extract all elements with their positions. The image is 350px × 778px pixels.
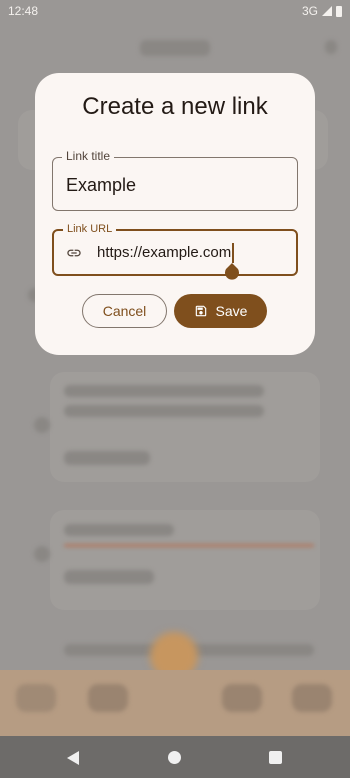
bg-chip (64, 451, 150, 465)
bg-divider (64, 544, 314, 547)
bg-text (64, 385, 264, 397)
bg-text (64, 524, 174, 536)
battery-icon (336, 5, 342, 17)
network-label: 3G (301, 4, 318, 18)
bg-text (64, 405, 264, 417)
link-url-field[interactable]: Link URL https://example.com (52, 223, 298, 280)
bg-bottom-nav (0, 670, 350, 736)
cancel-button[interactable]: Cancel (82, 294, 167, 328)
link-url-input[interactable]: https://example.com (97, 244, 231, 261)
link-url-label: Link URL (63, 223, 117, 235)
link-title-field[interactable]: Link title Example (52, 149, 298, 211)
link-title-input[interactable]: Example (66, 175, 136, 196)
bg-icon (325, 40, 337, 54)
link-icon (67, 249, 81, 257)
bg-avatar (34, 417, 50, 433)
signal-icon (322, 6, 332, 16)
system-nav-bar (0, 736, 350, 778)
dialog-title: Create a new link (82, 93, 268, 120)
save-button[interactable]: Save (174, 294, 267, 328)
bg-title (140, 40, 210, 56)
create-link-dialog: Create a new link Link title Example Lin… (35, 73, 315, 355)
text-cursor (232, 243, 234, 263)
bg-avatar (34, 546, 50, 562)
recent-apps-icon[interactable] (269, 751, 282, 764)
cancel-label: Cancel (102, 303, 147, 319)
home-icon[interactable] (168, 751, 181, 764)
link-title-label: Link title (62, 149, 115, 163)
status-icons: 3G (302, 4, 342, 18)
bg-chip (64, 570, 154, 584)
save-icon (195, 305, 206, 317)
save-label: Save (215, 303, 248, 319)
cursor-handle-icon[interactable] (223, 263, 241, 281)
status-bar: 12:48 3G (0, 0, 350, 24)
back-icon[interactable] (67, 751, 79, 765)
status-time: 12:48 (8, 4, 39, 18)
